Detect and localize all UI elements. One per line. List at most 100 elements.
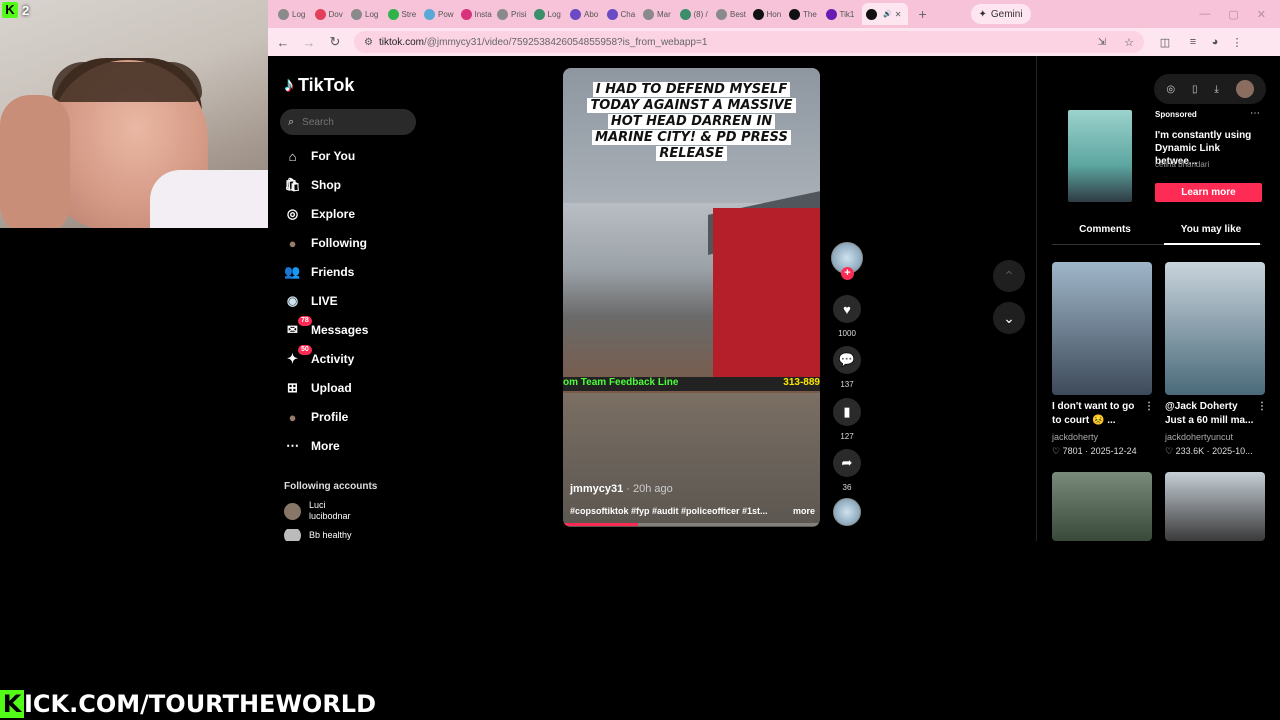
bookmark-star-icon[interactable]: ☆ [1124, 36, 1134, 49]
nav-item-profile[interactable]: ● Profile [284, 406, 414, 428]
suggested-video-author[interactable]: jackdoherty [1052, 432, 1098, 442]
maximize-icon[interactable]: ▢ [1228, 8, 1238, 21]
caption-line: TODAY AGAINST A MASSIVE [587, 98, 796, 113]
share-button[interactable]: ➦ [833, 449, 861, 477]
browser-tab[interactable]: Log [351, 3, 387, 25]
suggested-video-options-icon[interactable]: ⋮ [1144, 400, 1154, 414]
search-box[interactable]: ⌕ [280, 109, 416, 135]
browser-tab[interactable]: Tik1 [825, 3, 862, 25]
browser-tab[interactable]: Insta [460, 3, 497, 25]
suggested-video-author[interactable]: jackdohertyuncut [1165, 432, 1233, 442]
nav-item-friends[interactable]: 👥 Friends [284, 261, 414, 283]
nav-item-upload[interactable]: ⊞ Upload [284, 377, 414, 399]
reload-icon[interactable]: ↻ [324, 34, 346, 50]
new-tab-button[interactable]: + [919, 6, 939, 22]
tab-favicon-icon [716, 8, 727, 20]
following-account[interactable]: Bb healthy [284, 529, 352, 541]
video-progress-bar[interactable] [563, 523, 820, 526]
browser-tab[interactable]: Mar [643, 3, 679, 25]
browser-tab[interactable]: Best [716, 3, 752, 25]
browser-tab[interactable]: Abo [570, 3, 606, 25]
sidebar-icon[interactable]: ◫ [1154, 36, 1176, 49]
nav-item-shop[interactable]: 🛍 Shop [284, 174, 414, 196]
tab-title: Tik1 [839, 9, 855, 19]
suggested-video-title-text: I don't want to go to court 😣 ... [1052, 401, 1135, 426]
video-more-link[interactable]: more [793, 506, 815, 516]
ad-thumbnail[interactable] [1068, 110, 1132, 202]
nav-item-more[interactable]: ⋯ More [284, 435, 414, 457]
video-author-name[interactable]: jmmycy31 [570, 483, 623, 495]
browser-tab[interactable]: 🔊 ✕ [862, 3, 908, 25]
kick-logo-icon: K [2, 2, 18, 18]
ticker-right-text: 313-889 [783, 377, 820, 388]
nav-item-following[interactable]: ● Following [284, 232, 414, 254]
browser-tab[interactable]: Hon [752, 3, 789, 25]
extensions-icon[interactable]: ≡ [1182, 36, 1204, 48]
comment-button[interactable]: 💬 [833, 346, 861, 374]
nav-item-explore[interactable]: ◎ Explore [284, 203, 414, 225]
follow-plus-icon[interactable]: + [841, 267, 854, 280]
tab-comments[interactable]: Comments [1052, 224, 1158, 244]
top-right-toolbar: ◎ ▯ ⤓ [1154, 74, 1266, 104]
suggested-video-title[interactable]: ⋮ @Jack Doherty Just a 60 mill ma... [1165, 400, 1267, 428]
following-avatar-icon: ● [288, 235, 297, 251]
learn-more-button[interactable]: Learn more [1155, 183, 1262, 202]
url-field[interactable]: ⚙ tiktok.com/@jmmycy31/video/75925384260… [354, 31, 1144, 53]
nav-item-activity[interactable]: ✦ 50 Activity [284, 345, 414, 370]
forward-icon[interactable]: → [298, 35, 320, 50]
ad-options-icon[interactable]: ⋯ [1250, 108, 1260, 119]
video-hashtags[interactable]: #copsoftiktok #fyp #audit #policeofficer… [570, 506, 768, 516]
nav-item-label: Explore [311, 207, 356, 221]
nav-item-live[interactable]: ◉ LIVE [284, 290, 414, 312]
browser-tab[interactable]: (8) / [679, 3, 716, 25]
video-player[interactable]: I HAD TO DEFEND MYSELF TODAY AGAINST A M… [563, 68, 820, 527]
tab-you-may-like[interactable]: You may like [1158, 224, 1264, 244]
search-input[interactable] [302, 116, 403, 128]
suggested-video-thumbnail[interactable] [1052, 472, 1152, 541]
tab-title: Dov [328, 9, 343, 19]
user-avatar[interactable] [1235, 80, 1254, 98]
browser-tab[interactable]: Log [533, 3, 570, 25]
back-icon[interactable]: ← [272, 35, 294, 50]
browser-tab[interactable]: Dov [314, 3, 351, 25]
browser-address-bar: ← → ↻ ⚙ tiktok.com/@jmmycy31/video/75925… [268, 28, 1280, 56]
device-icon[interactable]: ▯ [1192, 84, 1198, 95]
next-video-button[interactable]: ⌄ [993, 302, 1025, 334]
suggested-video-thumbnail[interactable] [1165, 262, 1265, 395]
previous-video-button[interactable]: ⌃ [993, 260, 1025, 292]
tab-audio-icon[interactable]: 🔊 [883, 10, 892, 18]
browser-menu-icon[interactable]: ⋮ [1226, 36, 1248, 49]
following-account[interactable]: Luci lucibodnar [284, 500, 351, 522]
suggested-video-options-icon[interactable]: ⋮ [1257, 400, 1267, 414]
tab-title: The [803, 9, 817, 19]
install-app-icon[interactable]: ⇲ [1098, 37, 1106, 48]
suggested-video-meta: ♡ 7801 · 2025-12-24 [1052, 446, 1137, 456]
video-author[interactable]: jmmycy31 · 20h ago [570, 483, 673, 495]
close-window-icon[interactable]: ✕ [1257, 8, 1266, 21]
nav-item-for-you[interactable]: ⌂ For You [284, 145, 414, 167]
gemini-button[interactable]: ✦ Gemini [970, 4, 1031, 24]
browser-tab[interactable]: Cha [606, 3, 643, 25]
browser-tab[interactable]: Log [278, 3, 314, 25]
tiktok-logo[interactable]: ♪ TikTok [284, 74, 354, 97]
site-info-icon[interactable]: ⚙ [364, 37, 373, 48]
save-button[interactable]: ▮ [833, 398, 861, 426]
nav-item-messages[interactable]: ✉ 78 Messages [284, 316, 414, 341]
suggested-video-thumbnail[interactable] [1052, 262, 1152, 395]
tab-close-icon[interactable]: ✕ [895, 10, 902, 19]
profile-avatar-icon[interactable]: ◕ [1204, 36, 1226, 48]
suggested-video-meta: ♡ 233.6K · 2025-10... [1165, 446, 1253, 456]
browser-tab[interactable]: Pow [424, 3, 460, 25]
suggested-video-title[interactable]: ⋮ I don't want to go to court 😣 ... [1052, 400, 1154, 428]
browser-tab[interactable]: The [789, 3, 825, 25]
coins-icon[interactable]: ◎ [1166, 84, 1175, 95]
suggested-video-thumbnail[interactable] [1165, 472, 1265, 541]
webcam-overlay [0, 0, 268, 228]
download-icon[interactable]: ⤓ [1214, 84, 1218, 95]
sound-disc-avatar[interactable] [833, 498, 861, 526]
browser-tab[interactable]: Stre [387, 3, 424, 25]
like-button[interactable]: ♥ [833, 295, 861, 323]
minimize-icon[interactable]: — [1199, 8, 1210, 21]
ticker-left-text: om Team Feedback Line [563, 377, 679, 388]
browser-tab[interactable]: Prisi [497, 3, 533, 25]
